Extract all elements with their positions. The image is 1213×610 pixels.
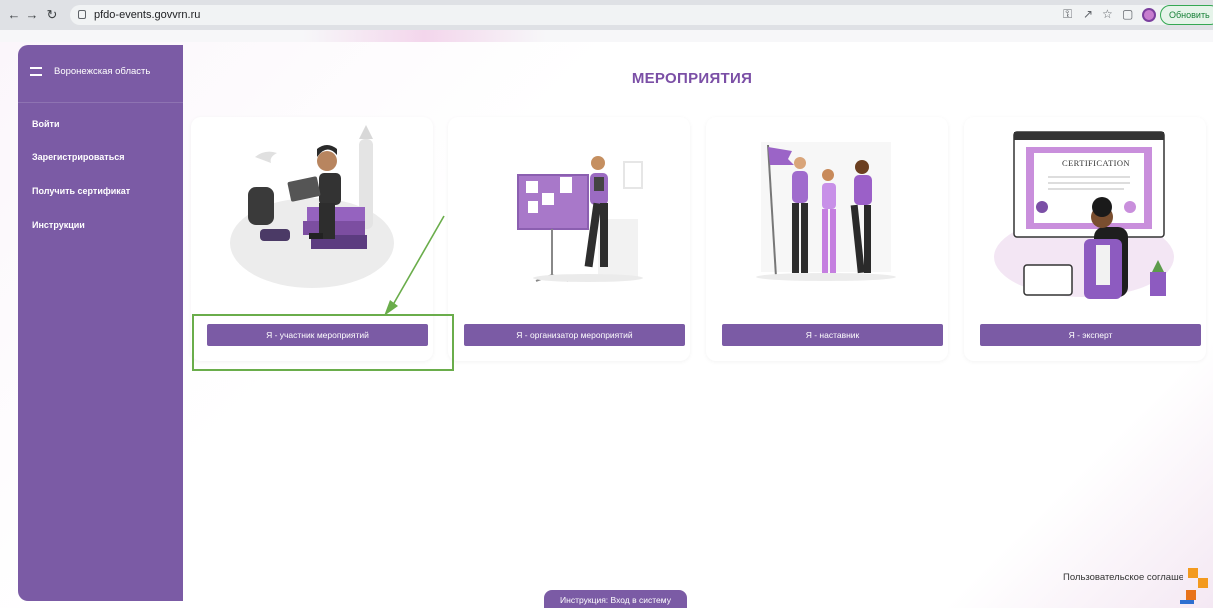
- arrow-annotation: [384, 215, 445, 316]
- share-icon[interactable]: ↗: [1083, 7, 1093, 21]
- menu-icon[interactable]: [30, 67, 42, 76]
- update-button[interactable]: Обновить: [1160, 5, 1213, 25]
- lock-icon: [78, 10, 86, 19]
- sidebar-header: Воронежская область: [30, 66, 150, 77]
- browser-toolbar: ← → ↻ pfdo-events.govvrn.ru ⚿ ↗ ☆ ▢ Обно…: [0, 0, 1213, 30]
- profile-icon[interactable]: [1142, 8, 1156, 22]
- logo-icon: [1180, 568, 1208, 604]
- forward-icon[interactable]: →: [24, 7, 40, 23]
- reload-icon[interactable]: ↻: [44, 7, 60, 23]
- sidebar-item-instructions[interactable]: Инструкции: [32, 220, 85, 230]
- region-label[interactable]: Воронежская область: [54, 66, 150, 77]
- star-icon[interactable]: ☆: [1102, 7, 1113, 21]
- sidebar-divider: [18, 102, 183, 103]
- sidebar: Воронежская область Войти Зарегистрирова…: [18, 45, 183, 601]
- key-icon[interactable]: ⚿: [1063, 7, 1072, 22]
- sidebar-item-certificate[interactable]: Получить сертификат: [32, 186, 130, 196]
- back-icon[interactable]: ←: [6, 7, 22, 23]
- card-mentor: Я - наставник: [706, 117, 948, 361]
- page-title: МЕРОПРИЯТИЯ: [631, 70, 753, 87]
- presenter-illustration: [517, 156, 643, 282]
- certification-illustration: [994, 131, 1174, 299]
- certificate-label: CERTIFICATION: [1062, 158, 1130, 168]
- address-bar[interactable]: pfdo-events.govvrn.ru: [70, 5, 1180, 25]
- sidebar-item-register[interactable]: Зарегистрироваться: [32, 152, 124, 162]
- card-expert: CERTIFICATION Я - эксперт: [964, 117, 1206, 361]
- mentor-group-illustration: [756, 142, 896, 281]
- mentor-button[interactable]: Я - наставник: [722, 324, 943, 346]
- sidepanel-icon[interactable]: ▢: [1122, 7, 1133, 21]
- decor-stripe: [0, 30, 1213, 42]
- card-organizer: Я - организатор мероприятий: [448, 117, 690, 361]
- expert-button[interactable]: Я - эксперт: [980, 324, 1201, 346]
- user-agreement-link[interactable]: Пользовательское соглашение: [1063, 572, 1183, 583]
- organizer-button[interactable]: Я - организатор мероприятий: [464, 324, 685, 346]
- sidebar-item-login[interactable]: Войти: [32, 119, 59, 129]
- highlight-box: [192, 314, 454, 371]
- instruction-tab[interactable]: Инструкция: Вход в систему: [544, 590, 687, 608]
